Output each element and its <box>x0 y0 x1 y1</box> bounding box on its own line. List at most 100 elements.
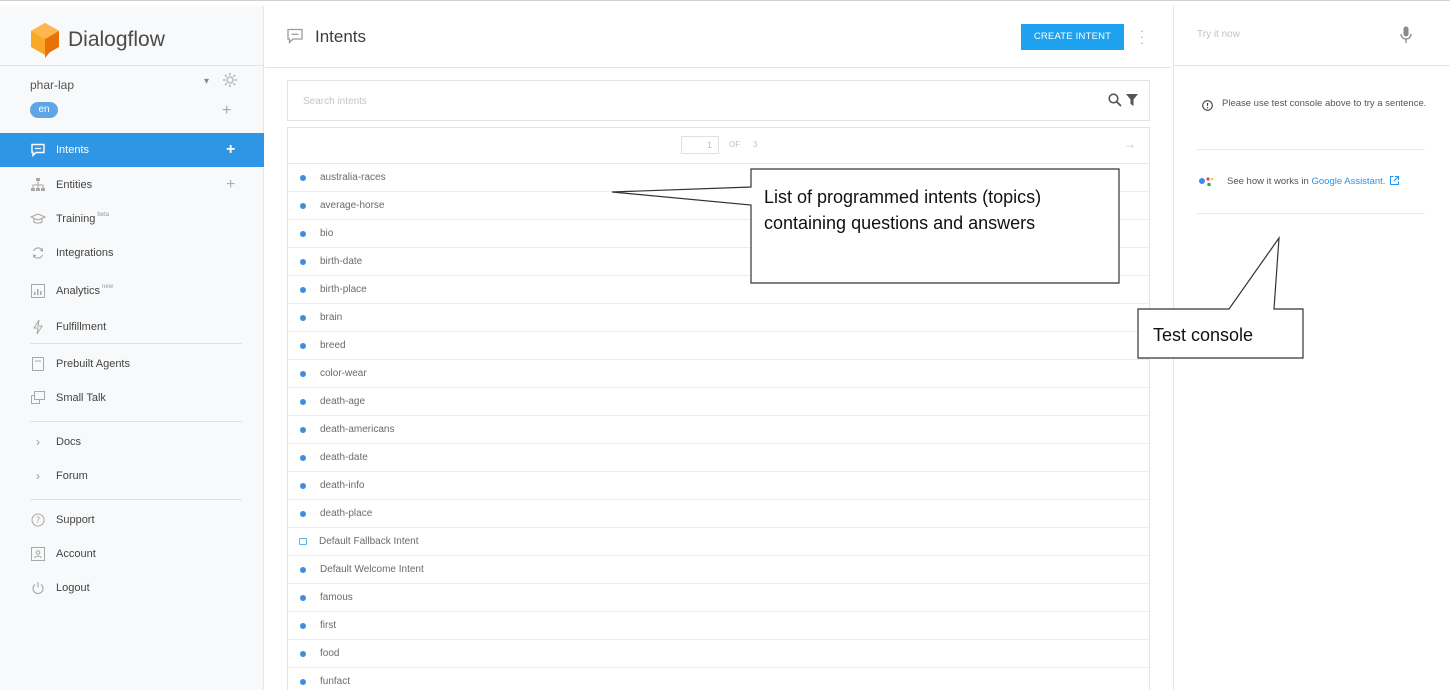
sidebar-item-label: Intents <box>56 144 90 156</box>
intent-dot-icon <box>300 202 306 209</box>
sidebar-item-label: Support <box>56 514 95 526</box>
intent-name: color-wear <box>320 368 367 379</box>
list-item[interactable]: birth-place <box>288 276 1149 304</box>
intent-dot-icon <box>300 678 306 685</box>
intent-dot-icon <box>300 230 306 237</box>
next-page-icon[interactable]: → <box>1124 137 1136 151</box>
list-item[interactable]: death-place <box>288 500 1149 528</box>
more-vert-icon[interactable]: · · · <box>1139 24 1145 49</box>
intent-dot-icon <box>300 258 306 265</box>
chevron-right-icon: › <box>36 469 40 483</box>
list-item[interactable]: funfact <box>288 668 1149 690</box>
ga-text: See how it works in <box>1227 176 1309 187</box>
intent-name: famous <box>320 592 353 603</box>
intent-name: food <box>320 648 340 659</box>
sidebar-item-label: Logout <box>56 582 90 594</box>
intents-callout-text: List of programmed intents (topics) cont… <box>764 187 1042 233</box>
sidebar-item-label: Prebuilt Agents <box>56 358 130 370</box>
intent-dot-icon <box>300 482 306 489</box>
intent-name: Default Welcome Intent <box>320 564 424 575</box>
list-item[interactable]: death-date <box>288 444 1149 472</box>
divider <box>1174 65 1450 66</box>
intent-name: death-age <box>320 396 366 407</box>
search-icon[interactable] <box>1108 93 1122 107</box>
refresh-icon <box>30 245 46 261</box>
intent-dot-icon <box>300 426 306 433</box>
list-item[interactable]: famous <box>288 584 1149 612</box>
sidebar-item-small-talk[interactable]: Small Talk <box>0 381 264 415</box>
intent-name: death-info <box>320 480 365 491</box>
sidebar-item-account[interactable]: Account <box>0 537 264 571</box>
list-item[interactable]: first <box>288 612 1149 640</box>
sidebar-item-label: Forum <box>56 470 88 482</box>
graduation-cap-icon <box>30 211 46 227</box>
page-number-input[interactable]: 1 <box>681 136 719 154</box>
intent-name: brain <box>320 312 343 323</box>
divider <box>1197 149 1425 150</box>
power-icon <box>30 580 46 596</box>
pager-of-label: OF <box>729 140 741 149</box>
add-entity-icon[interactable]: + <box>226 176 235 194</box>
sidebar-item-training[interactable]: Training beta <box>0 202 264 236</box>
intent-name: death-date <box>320 452 368 463</box>
list-item[interactable]: color-wear <box>288 360 1149 388</box>
sidebar-item-intents[interactable]: Intents + <box>0 133 264 167</box>
sidebar-item-label: Docs <box>56 436 82 448</box>
sidebar-item-docs[interactable]: › Docs <box>0 425 264 459</box>
sidebar-item-entities[interactable]: Entities + <box>0 168 264 202</box>
sidebar-item-label: Entities <box>56 179 93 191</box>
page-header: Intents CREATE INTENT · · · <box>265 6 1172 68</box>
gear-icon[interactable] <box>222 72 238 88</box>
sidebar-item-fulfillment[interactable]: Fulfillment <box>0 310 264 344</box>
sidebar-item-support[interactable]: ? Support <box>0 503 264 537</box>
sidebar-item-logout[interactable]: Logout <box>0 571 264 605</box>
sidebar-item-label: Small Talk <box>56 392 106 404</box>
sidebar-item-label: Analytics <box>56 285 101 297</box>
try-it-now-input[interactable] <box>1197 29 1377 40</box>
add-language-icon[interactable]: + <box>222 102 231 120</box>
list-item[interactable]: breed <box>288 332 1149 360</box>
dialogflow-logo-icon <box>31 23 59 58</box>
intent-name: birth-place <box>320 284 367 295</box>
microphone-icon[interactable] <box>1400 26 1412 44</box>
list-item[interactable]: death-age <box>288 388 1149 416</box>
language-badge[interactable]: en <box>30 102 58 118</box>
fallback-bubble-icon <box>299 538 307 545</box>
chat-stack-icon <box>30 390 46 406</box>
agent-name[interactable]: phar-lap <box>30 78 74 92</box>
intent-dot-icon <box>300 510 306 517</box>
intent-dot-icon <box>300 398 306 405</box>
divider <box>30 499 242 500</box>
lightning-icon <box>30 319 46 335</box>
brand[interactable]: Dialogflow <box>30 22 165 58</box>
list-item[interactable]: Default Welcome Intent <box>288 556 1149 584</box>
svg-text:?: ? <box>36 516 41 526</box>
pagination: 1 OF 3 → <box>288 128 1149 164</box>
sidebar-item-integrations[interactable]: Integrations <box>0 236 264 270</box>
list-item[interactable]: brain <box>288 304 1149 332</box>
sidebar-item-prebuilt-agents[interactable]: Prebuilt Agents <box>0 347 264 381</box>
external-link-icon[interactable] <box>1390 176 1400 185</box>
new-badge: new <box>102 284 114 290</box>
list-item[interactable]: death-americans <box>288 416 1149 444</box>
list-item[interactable]: Default Fallback Intent <box>288 528 1149 556</box>
filter-icon[interactable] <box>1126 94 1138 106</box>
sidebar-item-forum[interactable]: › Forum <box>0 459 264 493</box>
page-title: Intents <box>315 27 367 46</box>
list-item[interactable]: death-info <box>288 472 1149 500</box>
sidebar-item-analytics[interactable]: Analytics new <box>0 274 264 308</box>
console-hint-text: Please use test console above to try a s… <box>1222 98 1427 109</box>
create-intent-button[interactable]: CREATE INTENT <box>1021 24 1124 50</box>
list-item[interactable]: food <box>288 640 1149 668</box>
divider <box>30 421 242 422</box>
bar-chart-icon <box>30 283 46 299</box>
google-assistant-link[interactable]: Google Assistant. <box>1311 176 1385 187</box>
intent-name: average-horse <box>320 200 385 211</box>
divider <box>30 343 242 344</box>
caret-down-icon[interactable]: ▾ <box>204 76 209 87</box>
search-input[interactable] <box>303 93 1003 109</box>
list-item[interactable]: birth-date <box>288 248 1149 276</box>
help-circle-icon: ? <box>30 512 46 528</box>
add-intent-icon[interactable]: + <box>226 141 235 159</box>
divider <box>0 65 264 66</box>
